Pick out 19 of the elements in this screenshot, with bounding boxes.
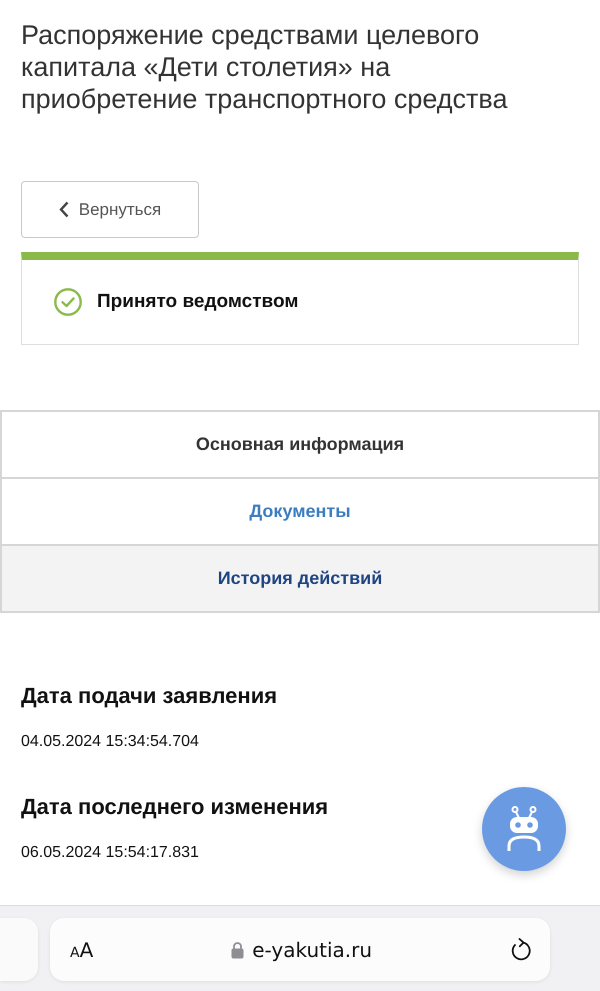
- lock-icon: [231, 940, 244, 959]
- tab[interactable]: История действий: [0, 546, 600, 614]
- address-bar[interactable]: AA e-yakutia.ru: [50, 918, 550, 982]
- reload-button[interactable]: [510, 938, 532, 962]
- page-title: Распоряжение средствами целевого капитала «Дети столетия» на приобретение транспортного средства: [21, 19, 508, 115]
- robot-icon: [506, 806, 542, 852]
- status-text: Принято ведомством: [97, 291, 298, 314]
- url-text: e-yakutia.ru: [252, 938, 372, 962]
- field-value: 04.05.2024 15:34:54.704: [21, 732, 199, 752]
- chevron-left-icon: [58, 201, 69, 218]
- back-button[interactable]: Вернуться: [21, 181, 199, 238]
- check-circle-icon: [54, 288, 82, 316]
- field-label: Дата подачи заявления: [21, 683, 278, 710]
- tab[interactable]: Основная информация: [0, 412, 600, 480]
- reload-icon: [510, 938, 532, 962]
- field-value: 06.05.2024 15:54:17.831: [21, 843, 199, 862]
- tab[interactable]: Документы: [0, 479, 600, 546]
- text-size-button[interactable]: AA: [70, 938, 94, 962]
- field-label: Дата последнего изменения: [21, 794, 328, 820]
